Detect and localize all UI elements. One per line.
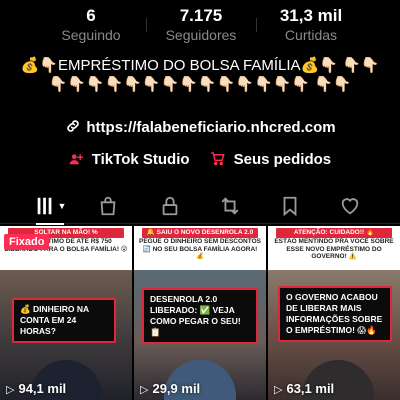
stat-following[interactable]: 6 Seguindo	[36, 6, 146, 44]
bookmark-icon	[283, 196, 297, 217]
stat-followers[interactable]: 7.175 Seguidores	[146, 6, 256, 44]
shopping-bag-icon	[100, 196, 116, 216]
tab-liked[interactable]	[330, 192, 370, 220]
video-thumbnail[interactable]: EMPRÉSTIMO DE ATÉ R$ 750 LIBERADO PARA O…	[0, 226, 132, 400]
profile-bio: 💰👇🏻EMPRÉSTIMO DO BOLSA FAMÍLIA💰👇🏻 👇🏻👇🏻👇🏻…	[20, 57, 380, 93]
video-thumbnail[interactable]: ESTÃO MENTINDO PRA VOCÊ SOBRE ESSE NOVO …	[268, 226, 400, 400]
thumbnail-caption: 💰 DINHEIRO NA CONTA EM 24 HORAS?	[12, 298, 116, 343]
view-count: ▷ 94,1 mil	[6, 381, 66, 396]
followers-count: 7.175	[179, 6, 223, 25]
video-grid: EMPRÉSTIMO DE ATÉ R$ 750 LIBERADO PARA O…	[0, 226, 400, 400]
tab-saved[interactable]	[270, 192, 310, 220]
view-count-value: 63,1 mil	[286, 381, 335, 396]
thumbnail-caption: O GOVERNO ACABOU DE LIBERAR MAIS INFORMA…	[278, 286, 392, 342]
dropdown-caret-icon: ▼	[57, 201, 67, 211]
profile-tabs: ▼	[0, 188, 400, 225]
thumbnail-banner: 🔔 SAIU O NOVO DESENROLA 2.0	[142, 228, 258, 238]
play-icon: ▷	[6, 384, 15, 396]
link-text: https://falabeneficiario.nhcred.com	[86, 119, 336, 136]
tiktok-studio-button[interactable]: TikTok Studio	[69, 151, 190, 168]
lock-icon	[162, 196, 178, 216]
likes-count: 31,3 mil	[279, 6, 343, 25]
person-plus-icon	[69, 151, 87, 167]
profile-stats: 6 Seguindo 7.175 Seguidores 31,3 mil Cur…	[0, 6, 400, 46]
orders-button[interactable]: Seus pedidos	[210, 151, 331, 168]
following-count: 6	[86, 6, 96, 25]
pinned-badge: Fixado	[4, 234, 50, 250]
tiktok-studio-label: TikTok Studio	[91, 151, 190, 168]
view-count: ▷ 29,9 mil	[140, 381, 200, 396]
tab-private[interactable]	[150, 192, 190, 220]
view-count-value: 29,9 mil	[152, 381, 201, 396]
following-label: Seguindo	[61, 27, 121, 43]
video-thumbnail[interactable]: PEGUE O DINHEIRO SEM DESCONTOS 🔄 NO SEU …	[134, 226, 266, 400]
orders-label: Seus pedidos	[233, 151, 332, 168]
tab-videos[interactable]: ▼	[30, 192, 70, 225]
thumbnail-banner: ATENÇÃO: CUIDADO!! 🔥	[276, 228, 392, 238]
view-count-value: 94,1 mil	[18, 381, 67, 396]
repost-icon	[221, 197, 239, 215]
link-icon	[64, 118, 82, 135]
stat-likes[interactable]: 31,3 mil Curtidas	[256, 6, 366, 44]
tab-reposts[interactable]	[210, 192, 250, 220]
likes-label: Curtidas	[284, 27, 338, 43]
tab-shop[interactable]	[88, 192, 128, 220]
profile-link[interactable]: https://falabeneficiario.nhcred.com	[0, 118, 400, 136]
heart-icon	[341, 198, 359, 215]
view-count: ▷ 63,1 mil	[274, 381, 334, 396]
followers-label: Seguidores	[165, 27, 237, 43]
play-icon: ▷	[274, 384, 283, 396]
creator-tools-row: TikTok Studio Seus pedidos	[0, 151, 400, 168]
cart-icon	[210, 151, 229, 167]
thumbnail-caption: DESENROLA 2.0 LIBERADO: ✅ VEJA COMO PEGA…	[142, 288, 258, 344]
play-icon: ▷	[140, 384, 149, 396]
grid-icon	[37, 197, 51, 215]
